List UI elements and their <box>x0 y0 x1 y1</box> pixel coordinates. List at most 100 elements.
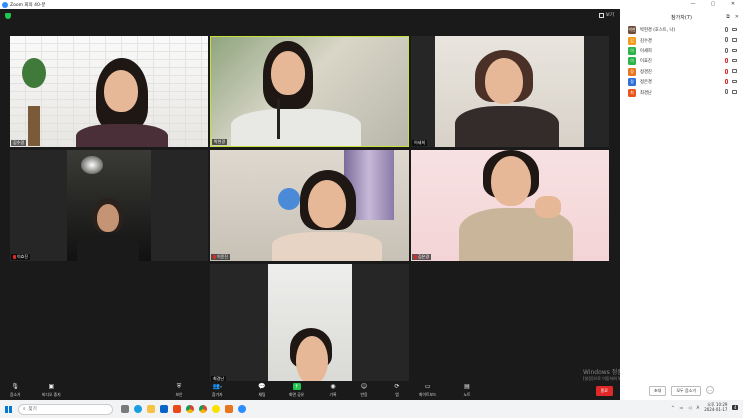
video-tile-active-speaker[interactable]: 박현경 <box>210 36 409 147</box>
video-camera-icon[interactable] <box>732 69 737 73</box>
notification-center-icon[interactable]: 4 <box>732 404 738 410</box>
volume-icon[interactable]: ◁ <box>688 405 691 410</box>
participant-list: 박현 박현경 (호스트, 나) 김 김수경 이 이세희 이 이효진 정 정경진 … <box>620 25 743 98</box>
reactions-button[interactable]: ☺ 반응 <box>360 383 368 398</box>
record-icon: ◉ <box>330 383 336 390</box>
video-camera-icon[interactable] <box>732 27 737 32</box>
minimize-button[interactable]: — <box>683 0 703 9</box>
participants-panel: 참가자(7) ⧉ ✕ 박현 박현경 (호스트, 나) 김 김수경 이 이세희 이… <box>620 9 743 400</box>
notes-icon: ▤ <box>464 383 470 390</box>
participant-row[interactable]: 정 정경진 <box>620 67 743 77</box>
task-view-icon[interactable] <box>121 405 129 413</box>
apps-button[interactable]: ⟳ 앱 <box>393 383 401 398</box>
participants-panel-footer: 초대 모두 음소거 ... <box>620 386 743 396</box>
window-title: Zoom 회의 40-분 <box>10 2 46 8</box>
participant-avatar: 이 <box>628 46 636 55</box>
grid-view-icon <box>598 12 604 18</box>
chat-button[interactable]: 💬 채팅 <box>258 383 266 398</box>
notes-button[interactable]: ▤ 노트 <box>463 383 471 398</box>
stop-video-button[interactable]: ▣ 비디오 중지 <box>42 383 61 398</box>
encryption-shield-icon[interactable] <box>5 13 11 19</box>
microphone-icon[interactable] <box>725 89 728 95</box>
participant-avatar: 정 <box>628 67 636 76</box>
video-tile[interactable]: 이세희 <box>411 36 609 147</box>
microphone-icon[interactable] <box>725 37 728 43</box>
invite-button[interactable]: 초대 <box>648 386 667 396</box>
participant-row[interactable]: 이 이효진 <box>620 56 743 66</box>
participant-nameplate: 김수경 <box>11 140 27 146</box>
participant-nameplate: 김은경 <box>412 254 432 260</box>
microphone-icon: 🎙 <box>11 383 20 390</box>
kakaotalk-icon[interactable] <box>212 405 220 413</box>
apps-icon: ⟳ <box>394 383 400 390</box>
meeting-video-area: 보기 김수경 박현경 이세희 이효진 이윤진 김은경 최경난 <box>0 9 620 400</box>
mic-muted-icon <box>414 255 417 259</box>
microphone-icon[interactable] <box>725 27 728 32</box>
participant-row[interactable]: 박현 박현경 (호스트, 나) <box>620 25 743 35</box>
participant-nameplate: 박현경 <box>212 139 228 145</box>
participant-avatar: 박현 <box>628 26 636 35</box>
chrome-alt-icon[interactable] <box>199 405 207 413</box>
security-button[interactable]: ⛨ 보안 <box>175 383 183 398</box>
video-camera-icon[interactable] <box>732 38 737 42</box>
record-button[interactable]: ◉ 기록 <box>329 383 337 398</box>
maximize-button[interactable]: ▢ <box>703 0 723 9</box>
participant-avatar: 이 <box>628 57 636 66</box>
video-tile[interactable]: 김은경 <box>411 150 609 261</box>
popout-icon[interactable]: ⧉ <box>726 14 730 20</box>
share-screen-button[interactable]: ↑ 화면 공유 <box>289 383 304 398</box>
chat-bubble-icon: 💬 <box>258 383 266 390</box>
chrome-icon[interactable] <box>186 405 194 413</box>
taskbar-search-box[interactable]: ⌕ 찾기 <box>18 403 113 415</box>
taskbar-pinned-apps <box>121 405 246 413</box>
mute-all-button[interactable]: 모두 음소거 <box>671 386 702 396</box>
end-meeting-button[interactable]: 종료 <box>595 386 613 396</box>
microphone-icon[interactable] <box>725 47 728 53</box>
video-tile[interactable]: 이효진 <box>10 150 208 261</box>
participant-nameplate: 이효진 <box>11 254 31 260</box>
video-camera-icon[interactable] <box>732 48 737 53</box>
video-tile[interactable]: 최경난 <box>210 264 409 383</box>
close-button[interactable]: ✕ <box>723 0 743 9</box>
microphone-muted-icon[interactable] <box>725 78 728 84</box>
microphone-muted-icon[interactable] <box>725 58 728 64</box>
mute-button[interactable]: 🎙 음소거 <box>10 383 20 398</box>
tray-chevron-up-icon[interactable]: ^ <box>671 405 674 410</box>
more-options-button[interactable]: ... <box>706 386 715 394</box>
naver-icon[interactable] <box>225 405 233 413</box>
video-camera-icon[interactable] <box>732 58 737 63</box>
participant-avatar: 최 <box>628 88 636 97</box>
participants-button[interactable]: 👥 7 참가자 <box>212 383 222 398</box>
meeting-toolbar: 🎙 음소거 ▣ 비디오 중지 ⛨ 보안 👥 7 참가자 💬 채팅 ↑ 화면 공유 … <box>0 381 620 401</box>
edge-browser-icon[interactable] <box>134 405 142 413</box>
participant-nameplate: 이윤진 <box>211 254 231 260</box>
participant-row[interactable]: 최 최경난 <box>620 87 743 97</box>
participant-avatar: 김 <box>628 36 636 45</box>
video-camera-icon[interactable] <box>732 90 737 94</box>
window-titlebar: Zoom 회의 40-분 — ▢ ✕ <box>0 0 743 9</box>
video-tile[interactable]: 이윤진 <box>210 150 409 261</box>
whiteboard-button[interactable]: ▭ 화이트보드 <box>419 383 436 398</box>
input-language-indicator[interactable]: A <box>696 405 699 410</box>
participants-panel-header: 참가자(7) ⧉ ✕ <box>620 9 743 25</box>
network-icon[interactable]: ▭ <box>680 405 684 410</box>
participant-avatar: 정 <box>628 78 636 87</box>
windows-start-icon[interactable] <box>5 405 12 413</box>
file-explorer-icon[interactable] <box>147 405 155 413</box>
panel-close-icon[interactable]: ✕ <box>735 14 739 20</box>
participant-row[interactable]: 이 이세희 <box>620 46 743 56</box>
share-screen-icon: ↑ <box>292 383 301 390</box>
microphone-muted-icon[interactable] <box>725 68 728 74</box>
video-camera-icon[interactable] <box>732 79 737 84</box>
whiteboard-icon: ▭ <box>424 383 431 390</box>
zoom-taskbar-icon[interactable] <box>238 405 246 413</box>
participant-row[interactable]: 정 정은경 <box>620 77 743 87</box>
office-icon[interactable] <box>173 405 181 413</box>
mail-icon[interactable] <box>160 405 168 413</box>
window-controls: — ▢ ✕ <box>683 0 743 9</box>
video-tile[interactable]: 김수경 <box>10 36 208 147</box>
view-button[interactable]: 보기 <box>598 12 614 18</box>
participant-row[interactable]: 김 김수경 <box>620 35 743 45</box>
taskbar-clock[interactable]: 오후 10:29 2024-01-17 <box>704 402 727 412</box>
mic-muted-icon <box>13 255 16 259</box>
